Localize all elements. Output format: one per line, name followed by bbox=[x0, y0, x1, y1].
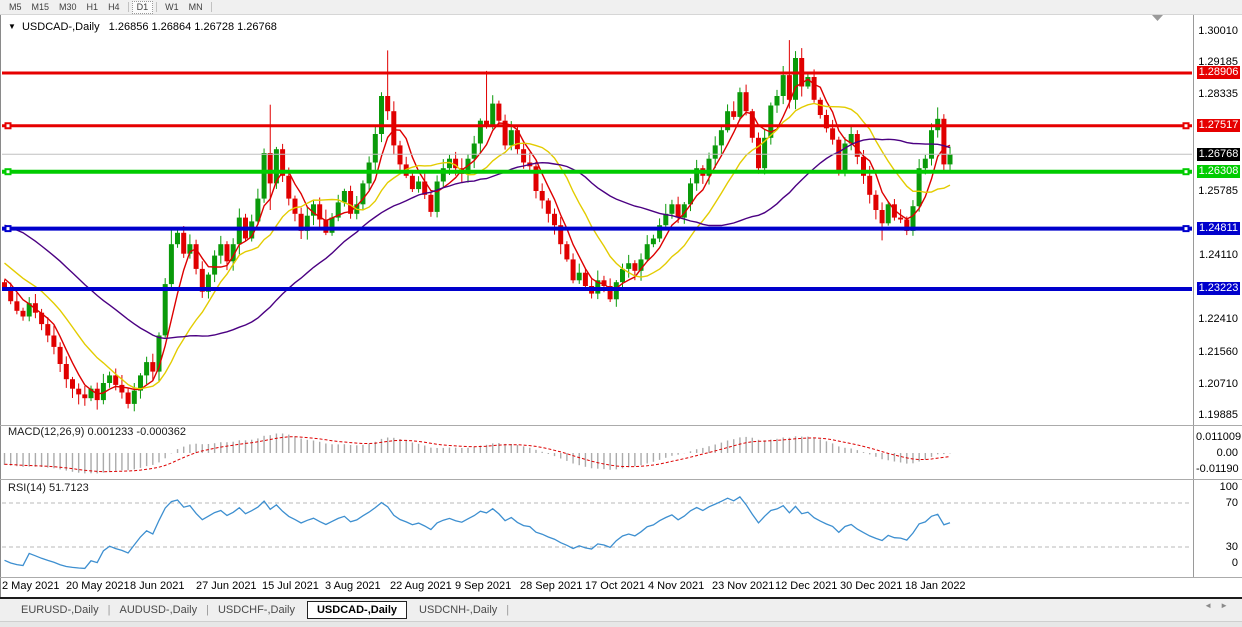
chart-title: USDCAD-,Daily bbox=[22, 21, 100, 33]
macd-axis-label: 0.011009 bbox=[1196, 431, 1238, 443]
moving-average-34-line[interactable] bbox=[5, 139, 951, 338]
candles-series bbox=[2, 40, 953, 411]
price-axis-label: 1.30010 bbox=[1196, 25, 1238, 37]
price-axis-label: 1.22410 bbox=[1196, 313, 1238, 325]
chart-ohlc-values: 1.26856 1.26864 1.26728 1.26768 bbox=[109, 21, 277, 33]
date-axis-label: 12 Dec 2021 bbox=[775, 580, 837, 592]
timeframe-button-M5[interactable]: M5 bbox=[4, 1, 27, 13]
collapse-chart-icon[interactable]: ▼ bbox=[8, 22, 16, 31]
toolbar-separator bbox=[156, 2, 157, 12]
tab-scroll-arrows: ◄► bbox=[1204, 601, 1236, 610]
date-axis-label: 27 Jun 2021 bbox=[196, 580, 257, 592]
price-level-badge[interactable]: 1.23223 bbox=[1197, 282, 1240, 295]
tab-scroll-left-icon[interactable]: ◄ bbox=[1204, 601, 1220, 610]
date-axis-label: 15 Jul 2021 bbox=[262, 580, 319, 592]
chart-tab-USDCNH[interactable]: USDCNH-,Daily bbox=[410, 602, 506, 618]
tab-scroll-right-icon[interactable]: ► bbox=[1220, 601, 1236, 610]
rsi-axis-label: 70 bbox=[1196, 497, 1238, 509]
rsi-line bbox=[5, 497, 951, 569]
timeframe-button-D1[interactable]: D1 bbox=[132, 1, 154, 14]
macd-axis-label: -0.01190 bbox=[1196, 463, 1238, 475]
price-level-badge[interactable]: 1.26308 bbox=[1197, 165, 1240, 178]
timeframe-button-H4[interactable]: H4 bbox=[103, 1, 125, 13]
chart-shift-marker-icon bbox=[1152, 15, 1163, 21]
price-axis-label: 1.28335 bbox=[1196, 88, 1238, 100]
toolbar-separator bbox=[211, 2, 212, 12]
date-axis-label: 23 Nov 2021 bbox=[712, 580, 774, 592]
tab-divider: | bbox=[506, 604, 509, 616]
price-axis-label: 1.25785 bbox=[1196, 185, 1238, 197]
moving-average-13-line[interactable] bbox=[5, 104, 951, 389]
timeframe-button-W1[interactable]: W1 bbox=[160, 1, 184, 13]
date-axis-label: 20 May 2021 bbox=[66, 580, 130, 592]
timeframe-button-MN[interactable]: MN bbox=[184, 1, 208, 13]
status-strip bbox=[0, 621, 1242, 627]
chart-tab-bar: EURUSD-,Daily|AUDUSD-,Daily|USDCHF-,Dail… bbox=[0, 597, 1242, 621]
macd-histogram bbox=[5, 434, 951, 474]
rsi-axis-label: 100 bbox=[1196, 481, 1238, 493]
current-price-badge: 1.26768 bbox=[1197, 148, 1240, 161]
chart-tab-AUDUSD[interactable]: AUDUSD-,Daily bbox=[110, 602, 206, 618]
macd-axis-label: 0.00 bbox=[1196, 447, 1238, 459]
toolbar-separator bbox=[128, 2, 129, 12]
price-axis-label: 1.24110 bbox=[1196, 249, 1238, 261]
price-level-badge[interactable]: 1.27517 bbox=[1197, 119, 1240, 132]
rsi-panel-label: RSI(14) 51.7123 bbox=[8, 482, 89, 494]
date-axis-label: 22 Aug 2021 bbox=[390, 580, 452, 592]
timeframe-button-M15[interactable]: M15 bbox=[27, 1, 55, 13]
rsi-axis-label: 30 bbox=[1196, 541, 1238, 553]
date-axis-label: 9 Sep 2021 bbox=[455, 580, 511, 592]
chart-header: ▼ USDCAD-,Daily 1.26856 1.26864 1.26728 … bbox=[8, 21, 277, 33]
chart-tab-EURUSD[interactable]: EURUSD-,Daily bbox=[12, 602, 108, 618]
chart-tab-USDCAD[interactable]: USDCAD-,Daily bbox=[307, 601, 407, 619]
rsi-axis-label: 0 bbox=[1196, 557, 1238, 569]
date-axis-label: 4 Nov 2021 bbox=[648, 580, 704, 592]
date-axis-label: 30 Dec 2021 bbox=[840, 580, 902, 592]
date-axis-label: 28 Sep 2021 bbox=[520, 580, 582, 592]
price-level-badge[interactable]: 1.28906 bbox=[1197, 66, 1240, 79]
price-axis-label: 1.21560 bbox=[1196, 346, 1238, 358]
mt4-terminal: { "toolbar": { "timeframes": [ {"label":… bbox=[0, 0, 1242, 626]
price-axis-label: 1.20710 bbox=[1196, 378, 1238, 390]
price-axis-label: 1.19885 bbox=[1196, 409, 1238, 421]
macd-panel-label: MACD(12,26,9) 0.001233 -0.000362 bbox=[8, 426, 186, 438]
date-axis-label: 17 Oct 2021 bbox=[585, 580, 645, 592]
price-chart-canvas[interactable] bbox=[0, 0, 1242, 626]
timeframe-button-H1[interactable]: H1 bbox=[82, 1, 104, 13]
chart-tab-USDCHF[interactable]: USDCHF-,Daily bbox=[209, 602, 304, 618]
price-level-badge[interactable]: 1.24811 bbox=[1197, 222, 1240, 235]
timeframe-button-M30[interactable]: M30 bbox=[54, 1, 82, 13]
date-axis-label: 3 Aug 2021 bbox=[325, 580, 381, 592]
date-axis-label: 2 May 2021 bbox=[2, 580, 59, 592]
date-axis-label: 18 Jan 2022 bbox=[905, 580, 966, 592]
timeframe-toolbar: M5M15M30H1H4 D1 W1MN bbox=[0, 0, 1242, 15]
date-axis-label: 8 Jun 2021 bbox=[130, 580, 184, 592]
